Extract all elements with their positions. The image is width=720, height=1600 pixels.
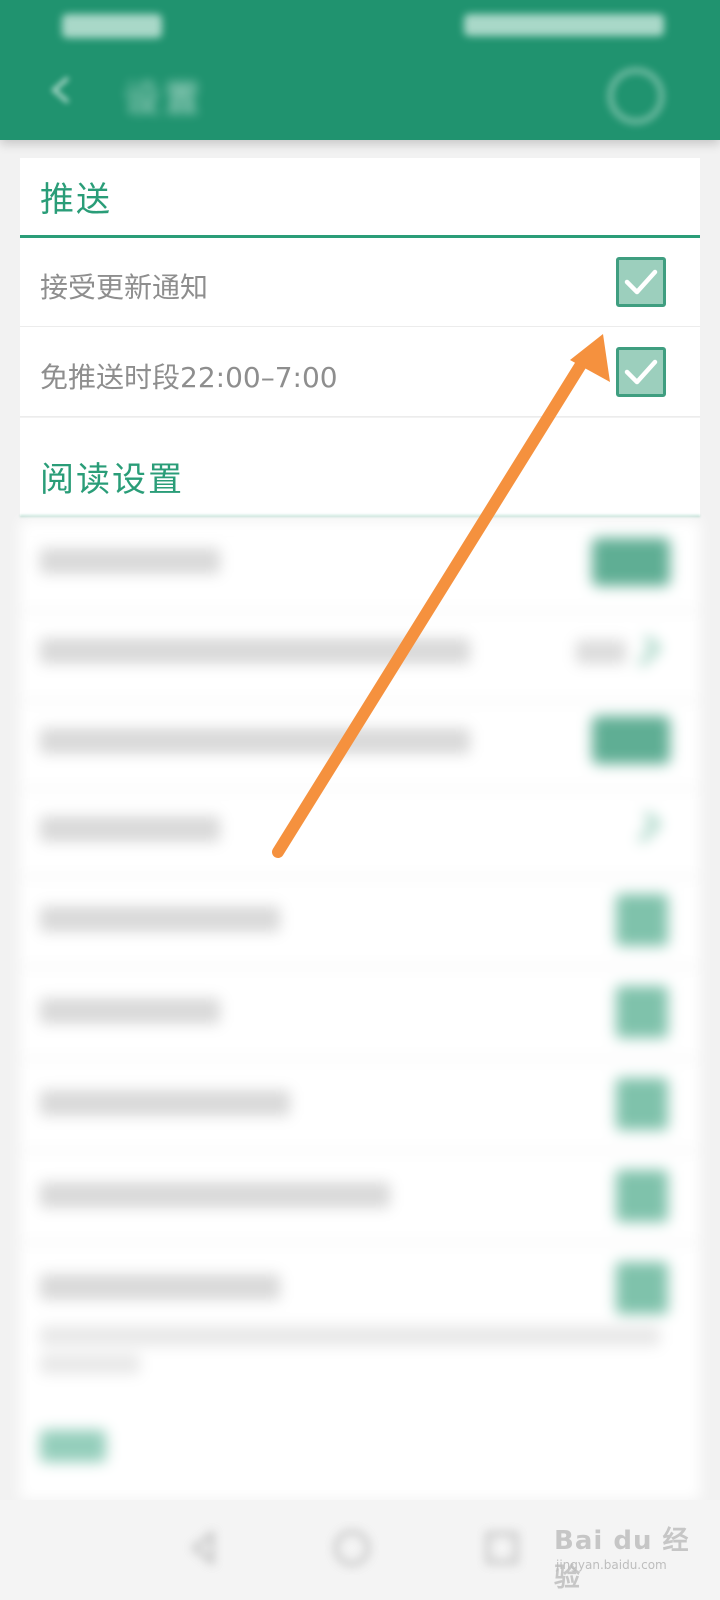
status-bar bbox=[0, 0, 720, 52]
update-notifications-checkbox[interactable] bbox=[616, 257, 666, 307]
watermark: Bai du 经验 jingyan.baidu.com bbox=[548, 1516, 698, 1593]
check-icon bbox=[624, 269, 658, 295]
push-section-header bbox=[20, 158, 700, 238]
setting-row-update-notifications[interactable]: 接受更新通知 bbox=[20, 238, 700, 327]
app-bar: 设置 bbox=[0, 0, 720, 140]
setting-label: 接受更新通知 bbox=[40, 271, 209, 304]
status-bar-left bbox=[62, 14, 162, 38]
nav-back-icon[interactable] bbox=[182, 1526, 226, 1570]
status-bar-right bbox=[464, 14, 664, 36]
header-action-icon[interactable] bbox=[608, 68, 664, 124]
nav-recents-icon[interactable] bbox=[480, 1526, 524, 1570]
check-icon bbox=[624, 359, 658, 385]
quiet-hours-checkbox[interactable] bbox=[616, 347, 666, 397]
page-title: 设置 bbox=[124, 79, 205, 120]
setting-label: 免推送时段22:00–7:00 bbox=[40, 361, 338, 394]
setting-row-quiet-hours[interactable]: 免推送时段22:00–7:00 bbox=[20, 327, 700, 417]
section-title-push: 推送 bbox=[40, 180, 112, 220]
section-divider bbox=[20, 515, 700, 517]
watermark-brand: Bai du 经验 bbox=[554, 1526, 690, 1593]
section-title-reading: 阅读设置 bbox=[40, 460, 184, 500]
back-arrow-icon[interactable] bbox=[44, 72, 80, 108]
nav-home-icon[interactable] bbox=[330, 1526, 374, 1570]
watermark-url: jingyan.baidu.com bbox=[556, 1558, 667, 1572]
blurred-settings-list bbox=[20, 520, 700, 1500]
